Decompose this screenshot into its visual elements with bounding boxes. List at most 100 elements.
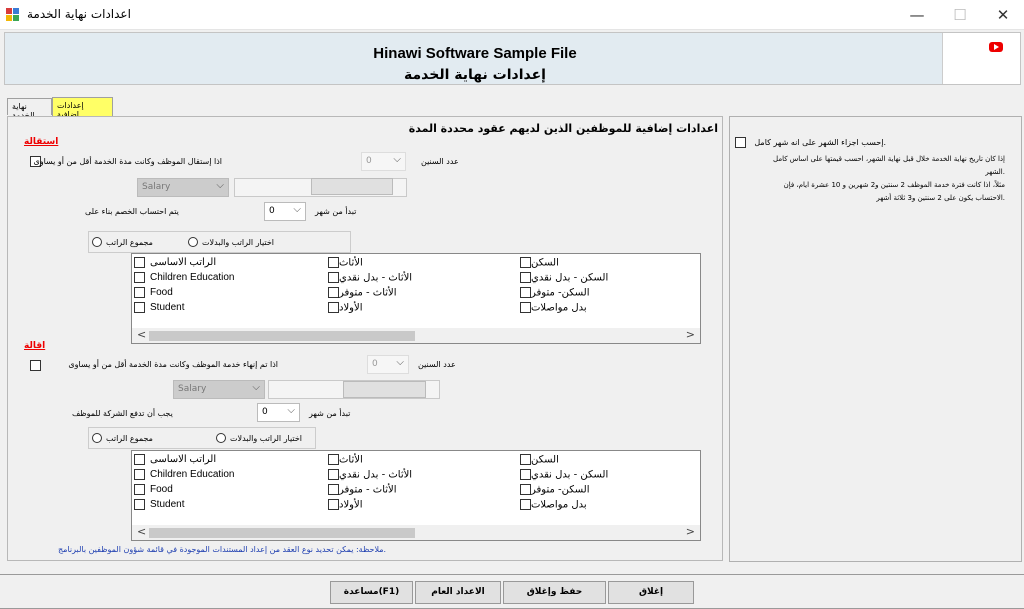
allowance-checkbox[interactable]	[328, 499, 339, 510]
dismissal-start-month-select[interactable]: 0 ⌵	[257, 403, 300, 422]
allowance-checkbox[interactable]	[134, 469, 145, 480]
allowance-item[interactable]: السكن- متوفر	[516, 287, 590, 299]
dismissal-calc-label: يجب أن تدفع الشركة للموظف	[72, 409, 173, 418]
dismissal-years-select[interactable]: 0 ⌵	[367, 355, 409, 374]
chevron-left-icon[interactable]: <	[137, 525, 146, 538]
allowance-checkbox[interactable]	[520, 454, 531, 465]
app-name: Hinawi Software Sample File	[373, 45, 577, 62]
minimize-button[interactable]: —	[894, 0, 940, 30]
allowance-item[interactable]: السكن - بدل نقدي	[516, 272, 608, 284]
maximize-button[interactable]: ☐	[937, 0, 983, 30]
full-month-checkbox[interactable]	[735, 137, 746, 148]
allowance-item[interactable]: Food	[134, 287, 173, 298]
resignation-radio-select[interactable]	[188, 237, 198, 247]
chevron-right-icon[interactable]: >	[686, 328, 695, 341]
tab-additional-settings[interactable]: إعدادات إضافية	[52, 97, 113, 119]
dismissal-amount-field[interactable]	[343, 381, 426, 398]
allowance-item[interactable]: Children Education	[134, 272, 235, 283]
allowance-checkbox[interactable]	[134, 454, 145, 465]
allowance-label: الأثاث	[339, 454, 363, 466]
allowance-checkbox[interactable]	[328, 272, 339, 283]
resignation-amount-field[interactable]	[311, 178, 393, 195]
allowance-label: الراتب الاساسى	[150, 454, 217, 466]
resignation-start-month-label: تبدأ من شهر	[315, 207, 357, 216]
chevron-down-icon: ⌵	[293, 204, 301, 215]
allowance-item[interactable]: الراتب الاساسى	[134, 257, 216, 268]
resignation-start-month-select[interactable]: 0 ⌵	[264, 202, 306, 221]
allowance-checkbox[interactable]	[520, 484, 531, 495]
allowance-item[interactable]: الراتب الاساسى	[134, 454, 216, 465]
chevron-down-icon: ⌵	[393, 154, 401, 165]
dismissal-salary-select[interactable]: Salary ⌵	[173, 380, 265, 399]
general-settings-button[interactable]: الاعداد العام	[415, 581, 501, 604]
allowance-label: الأولاد	[339, 499, 363, 511]
allowance-label: بدل مواصلات	[531, 499, 587, 511]
allowance-item[interactable]: Children Education	[134, 469, 235, 480]
allowance-item[interactable]: بدل مواصلات	[516, 499, 587, 511]
allowance-label: السكن - بدل نقدي	[531, 469, 609, 481]
dismissal-radio-total[interactable]	[92, 433, 102, 443]
chevron-right-icon[interactable]: >	[686, 525, 695, 538]
allowance-item[interactable]: الأثاث - متوفر	[324, 287, 397, 299]
allowance-item[interactable]: Student	[134, 499, 184, 510]
allowance-checkbox[interactable]	[328, 454, 339, 465]
allowance-item[interactable]: الأولاد	[324, 499, 362, 511]
allowance-checkbox[interactable]	[328, 302, 339, 313]
dismissal-radio-select[interactable]	[216, 433, 226, 443]
allowance-checkbox[interactable]	[134, 272, 145, 283]
allowance-checkbox[interactable]	[520, 469, 531, 480]
allowance-item[interactable]: الأولاد	[324, 302, 362, 314]
allowance-checkbox[interactable]	[134, 499, 145, 510]
help-button[interactable]: مساعدة(F1)	[330, 581, 413, 604]
allowance-item[interactable]: السكن - بدل نقدي	[516, 469, 608, 481]
allowance-item[interactable]: بدل مواصلات	[516, 302, 587, 314]
allowance-checkbox[interactable]	[520, 302, 531, 313]
allowance-checkbox[interactable]	[520, 499, 531, 510]
resignation-radio-total[interactable]	[92, 237, 102, 247]
save-close-button[interactable]: حفظ وإغلاق	[503, 581, 606, 604]
allowance-checkbox[interactable]	[328, 257, 339, 268]
resignation-years-select[interactable]: 0 ⌵	[361, 152, 406, 171]
allowance-item[interactable]: السكن- متوفر	[516, 484, 590, 496]
allowance-checkbox[interactable]	[328, 484, 339, 495]
chevron-left-icon[interactable]: <	[137, 328, 146, 341]
allowance-checkbox[interactable]	[134, 484, 145, 495]
resignation-salary-select[interactable]: Salary ⌵	[137, 178, 229, 197]
allowance-item[interactable]: الأثاث - بدل نقدي	[324, 469, 412, 481]
allowance-item[interactable]: Food	[134, 484, 173, 495]
allowance-item[interactable]: الأثاث	[324, 454, 363, 466]
allowance-checkbox[interactable]	[520, 287, 531, 298]
horizontal-scrollbar[interactable]: < >	[132, 328, 700, 343]
close-window-button[interactable]: ✕	[980, 0, 1024, 30]
allowance-label: السكن- متوفر	[531, 287, 590, 299]
allowance-checkbox[interactable]	[134, 302, 145, 313]
dismissal-calc-options: مجموع الراتب اختيار الراتب والبدلات	[88, 427, 316, 449]
additional-settings-panel: اعدادات إضافية للموظفين الذين لديهم عقود…	[7, 116, 723, 561]
allowance-label: بدل مواصلات	[531, 302, 587, 314]
allowance-item[interactable]: السكن	[516, 257, 559, 269]
horizontal-scrollbar[interactable]: < >	[132, 525, 700, 540]
allowance-checkbox[interactable]	[134, 257, 145, 268]
allowance-checkbox[interactable]	[328, 469, 339, 480]
allowance-checkbox[interactable]	[134, 287, 145, 298]
scrollbar-thumb[interactable]	[149, 331, 415, 341]
allowance-item[interactable]: الأثاث - بدل نقدي	[324, 272, 412, 284]
allowance-item[interactable]: الأثاث - متوفر	[324, 484, 397, 496]
allowance-checkbox[interactable]	[520, 272, 531, 283]
allowance-label: Student	[150, 302, 185, 314]
allowance-checkbox[interactable]	[328, 287, 339, 298]
allowance-item[interactable]: الأثاث	[324, 257, 363, 269]
tab-end-of-service[interactable]: نهاية الخدمة	[7, 98, 52, 120]
resignation-calc-label: يتم احتساب الخصم بناء على	[85, 207, 179, 216]
scrollbar-thumb[interactable]	[149, 528, 415, 538]
allowance-item[interactable]: Student	[134, 302, 184, 313]
allowance-checkbox[interactable]	[520, 257, 531, 268]
dismissal-years-label: عدد السنين	[418, 360, 456, 369]
dismissal-checkbox[interactable]	[30, 360, 41, 371]
explanation-line: الشهر.	[985, 168, 1005, 176]
close-button[interactable]: إغلاق	[608, 581, 694, 604]
dismissal-condition-label: اذا تم إنهاء خدمة الموظف وكانت مدة الخدم…	[68, 360, 278, 369]
allowance-item[interactable]: السكن	[516, 454, 559, 466]
youtube-icon[interactable]	[989, 42, 1003, 52]
resignation-allowances-list: < > السكن السكن - بدل نقدي السكن- متوفر بدل…	[131, 253, 701, 344]
